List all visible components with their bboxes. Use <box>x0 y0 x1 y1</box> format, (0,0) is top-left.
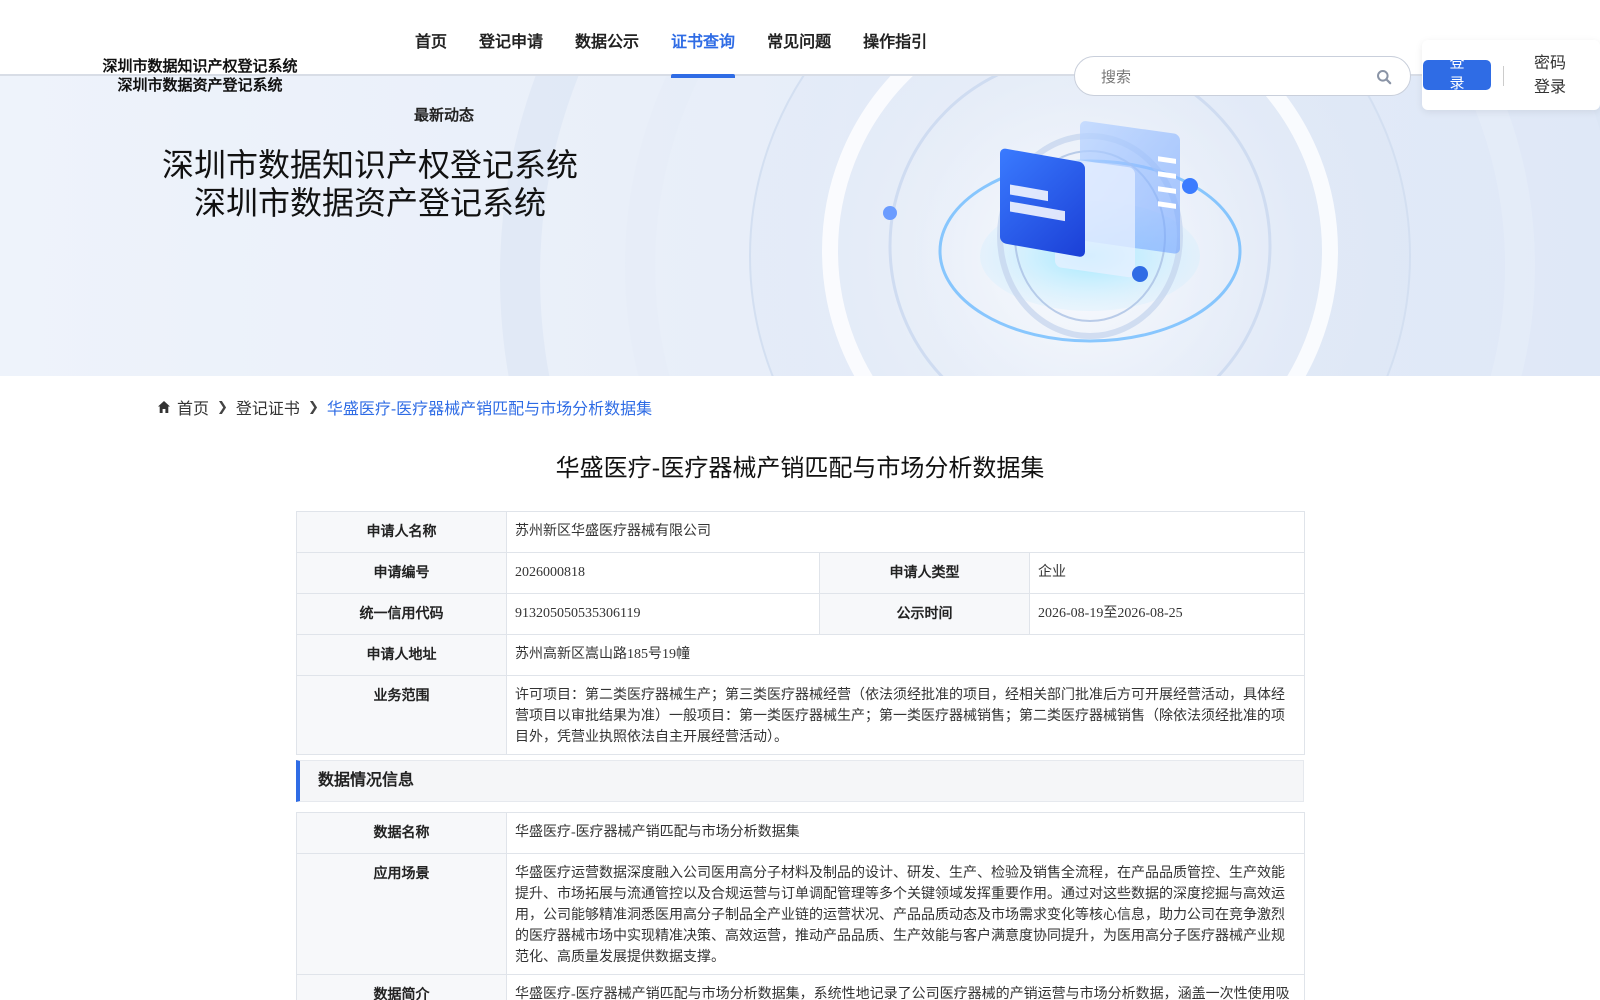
page-title: 华盛医疗-医疗器械产销匹配与市场分析数据集 <box>555 454 1045 482</box>
data-intro-value: 华盛医疗-医疗器械产销匹配与市场分析数据集，系统性地记录了公司医疗器械的产销运营… <box>506 974 1305 1000</box>
search-input[interactable] <box>1101 66 1361 88</box>
business-scope-label: 业务范围 <box>296 675 507 755</box>
login-divider <box>1503 66 1504 86</box>
publicity-period-value: 2026-08-19至2026-08-25 <box>1029 593 1305 635</box>
nav-home[interactable]: 首页 <box>415 0 447 76</box>
application-scenario-label: 应用场景 <box>296 853 507 975</box>
business-scope-value: 许可项目：第二类医疗器械生产；第三类医疗器械经营（依法须经批准的项目，经相关部门… <box>506 675 1305 755</box>
data-name-label: 数据名称 <box>296 812 507 854</box>
home-icon <box>158 401 170 413</box>
applicant-type-label: 申请人类型 <box>819 552 1030 594</box>
site-title-line1: 深圳市数据知识产权登记系统 <box>102 58 298 75</box>
data-name-value: 华盛医疗-医疗器械产销匹配与市场分析数据集 <box>506 812 1305 854</box>
table-row: 申请人地址 苏州高新区嵩山路185号19幢 <box>296 634 1305 676</box>
banner-title-line2: 深圳市数据资产登记系统 <box>193 184 546 222</box>
table-row: 业务范围 许可项目：第二类医疗器械生产；第三类医疗器械经营（依法须经批准的项目，… <box>296 675 1305 755</box>
nav-latest-news[interactable]: 最新动态 <box>414 104 474 125</box>
table-row: 应用场景 华盛医疗运营数据深度融入公司医用高分子材料及制品的设计、研发、生产、检… <box>296 853 1305 975</box>
chevron-right-icon: ❯ <box>307 399 319 414</box>
main-nav: 首页 登记申请 数据公示 证书查询 常见问题 操作指引 <box>415 0 959 78</box>
search-box <box>1074 56 1411 96</box>
table-row: 申请人名称 苏州新区华盛医疗器械有限公司 <box>296 511 1305 553</box>
site-logo-title[interactable]: 深圳市数据知识产权登记系统 深圳市数据资产登记系统 <box>90 57 310 95</box>
breadcrumb-current: 华盛医疗-医疗器械产销匹配与市场分析数据集 <box>326 401 653 418</box>
applicant-name-value: 苏州新区华盛医疗器械有限公司 <box>506 511 1305 553</box>
nav-guide[interactable]: 操作指引 <box>863 0 927 76</box>
application-number-value: 2026000818 <box>506 552 820 594</box>
publicity-period-label: 公示时间 <box>819 593 1030 635</box>
applicant-name-label: 申请人名称 <box>296 511 507 553</box>
table-row: 统一信用代码 913205050535306119 公示时间 2026-08-1… <box>296 593 1305 635</box>
table-row: 申请编号 2026000818 申请人类型 企业 <box>296 552 1305 594</box>
table-row: 数据简介 华盛医疗-医疗器械产销匹配与市场分析数据集，系统性地记录了公司医疗器械… <box>296 974 1305 1000</box>
table-row: 数据名称 华盛医疗-医疗器械产销匹配与市场分析数据集 <box>296 812 1305 854</box>
data-intro-label: 数据简介 <box>296 974 507 1000</box>
applicant-address-value: 苏州高新区嵩山路185号19幢 <box>506 634 1305 676</box>
credit-code-label: 统一信用代码 <box>296 593 507 635</box>
nav-register-apply[interactable]: 登记申请 <box>479 0 543 76</box>
chevron-right-icon: ❯ <box>217 399 228 414</box>
login-button-label: 登录 <box>1449 60 1465 90</box>
login-button[interactable]: 登录 <box>1423 60 1491 90</box>
applicant-type-value: 企业 <box>1029 552 1305 594</box>
breadcrumb-home[interactable]: 首页 <box>177 395 209 419</box>
data-info-table: 数据名称 华盛医疗-医疗器械产销匹配与市场分析数据集 应用场景 华盛医疗运营数据… <box>296 812 1305 1000</box>
data-info-section-header: 数据情况信息 <box>296 760 1304 802</box>
password-login-link[interactable]: 密码登录 <box>1530 52 1570 100</box>
credit-code-value: 913205050535306119 <box>506 593 820 635</box>
applicant-address-label: 申请人地址 <box>296 634 507 676</box>
nav-certificate-query[interactable]: 证书查询 <box>671 0 736 78</box>
application-scenario-value: 华盛医疗运营数据深度融入公司医用高分子材料及制品的设计、研发、生产、检验及销售全… <box>506 853 1305 975</box>
applicant-info-table: 申请人名称 苏州新区华盛医疗器械有限公司 申请编号 2026000818 申请人… <box>296 511 1305 755</box>
nav-data-publicity[interactable]: 数据公示 <box>575 0 639 76</box>
application-number-label: 申请编号 <box>296 552 507 594</box>
banner-title: 深圳市数据知识产权登记系统 深圳市数据资产登记系统 <box>140 146 600 222</box>
breadcrumb-certificates[interactable]: 登记证书 <box>236 395 300 419</box>
hero-banner: 深圳市数据知识产权登记系统 深圳市数据资产登记系统 <box>0 76 1600 376</box>
banner-title-line1: 深圳市数据知识产权登记系统 <box>161 146 578 184</box>
login-panel: 登录 密码登录 <box>1422 40 1600 110</box>
banner-illustration <box>500 76 1600 376</box>
site-title-line2: 深圳市数据资产登记系统 <box>117 77 283 94</box>
search-icon[interactable] <box>1376 69 1392 85</box>
nav-faq[interactable]: 常见问题 <box>767 0 831 76</box>
breadcrumb: 首页 ❯ 登记证书 ❯ 华盛医疗-医疗器械产销匹配与市场分析数据集 <box>157 396 652 418</box>
